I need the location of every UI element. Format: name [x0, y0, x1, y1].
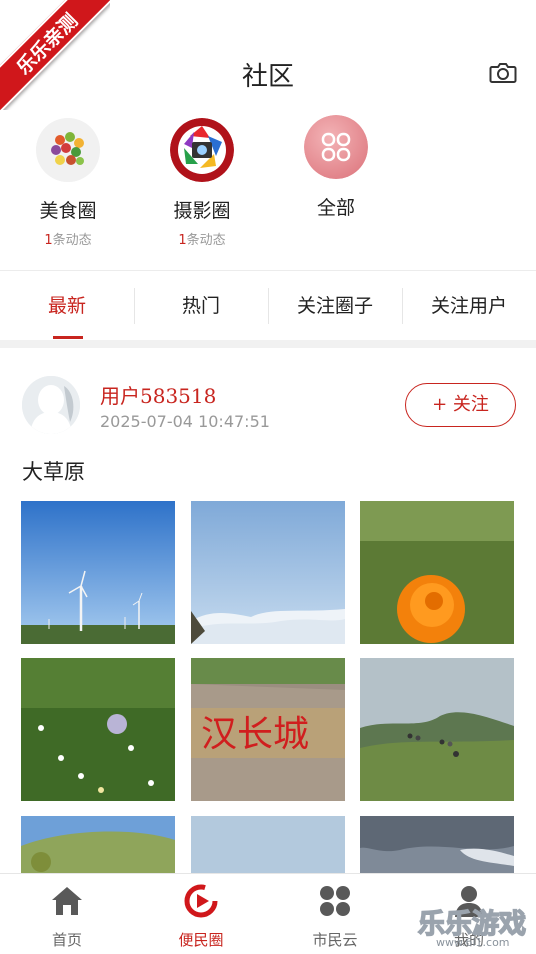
nav-label: 市民云: [312, 931, 358, 949]
post-image[interactable]: [21, 501, 175, 644]
nav-item-home[interactable]: 首页: [0, 874, 134, 954]
post-image[interactable]: [360, 501, 514, 644]
nav-label: 便民圈: [178, 931, 224, 949]
circle-count-number: 1: [178, 233, 187, 248]
camera-icon[interactable]: [488, 58, 518, 88]
circle-item-all[interactable]: 全部: [281, 115, 391, 220]
feed-tabs: 最新 热门 关注圈子 关注用户: [0, 272, 536, 340]
circle-count: 1条动态: [13, 229, 123, 248]
tab-active-indicator: [53, 336, 83, 339]
nav-item-community[interactable]: 便民圈: [134, 874, 268, 954]
nav-label: 首页: [51, 931, 82, 949]
post-image[interactable]: 汉长城: [191, 658, 345, 801]
all-circles-icon: [304, 115, 368, 179]
svg-text:汉长城: 汉长城: [201, 714, 309, 755]
section-separator: [0, 340, 536, 348]
post-image-grid: 汉长城: [21, 501, 515, 873]
community-play-icon: [184, 884, 218, 918]
tab-latest[interactable]: 最新: [0, 272, 134, 340]
circle-name: 摄影圈: [173, 200, 231, 222]
post-image[interactable]: [21, 658, 175, 801]
follow-button[interactable]: + 关注: [405, 383, 516, 427]
circle-item-photography[interactable]: 摄影圈 1条动态: [147, 118, 257, 248]
ribbon-text: 乐乐亲测: [0, 0, 110, 110]
tab-followed-users[interactable]: 关注用户: [402, 272, 536, 340]
circle-name: 全部: [316, 197, 355, 219]
photography-circle-icon: [170, 118, 234, 182]
post-image[interactable]: [360, 658, 514, 801]
food-circle-icon: [36, 118, 100, 182]
avatar[interactable]: [22, 376, 80, 434]
tab-followed-circles[interactable]: 关注圈子: [268, 272, 402, 340]
watermark: 乐乐游戏 www.6l1.com: [417, 902, 536, 954]
circle-name: 美食圈: [39, 200, 97, 222]
divider: [0, 270, 536, 271]
post-timestamp: 2025-07-04 10:47:51: [100, 412, 270, 431]
tab-hot[interactable]: 热门: [134, 272, 268, 340]
circle-count-suffix: 条动态: [186, 233, 226, 248]
post-username[interactable]: 用户583518: [100, 380, 216, 409]
promo-ribbon: 乐乐亲测: [0, 0, 110, 110]
circle-list: 美食圈 1条动态 摄影圈 1条动态 全部: [0, 112, 536, 270]
circle-count: 1条动态: [147, 229, 257, 248]
post-text: 大草原: [22, 460, 85, 484]
circle-item-food[interactable]: 美食圈 1条动态: [13, 118, 123, 248]
post-image[interactable]: [360, 816, 514, 873]
post-image[interactable]: [191, 501, 345, 644]
post-image[interactable]: [191, 816, 345, 873]
watermark-url: www.6l1.com: [436, 936, 510, 949]
circle-count-suffix: 条动态: [52, 233, 92, 248]
home-icon: [50, 884, 84, 918]
nav-item-citizen-cloud[interactable]: 市民云: [268, 874, 402, 954]
post-image[interactable]: [21, 816, 175, 873]
clover-icon: [318, 884, 352, 918]
circle-count-number: 1: [44, 233, 53, 248]
